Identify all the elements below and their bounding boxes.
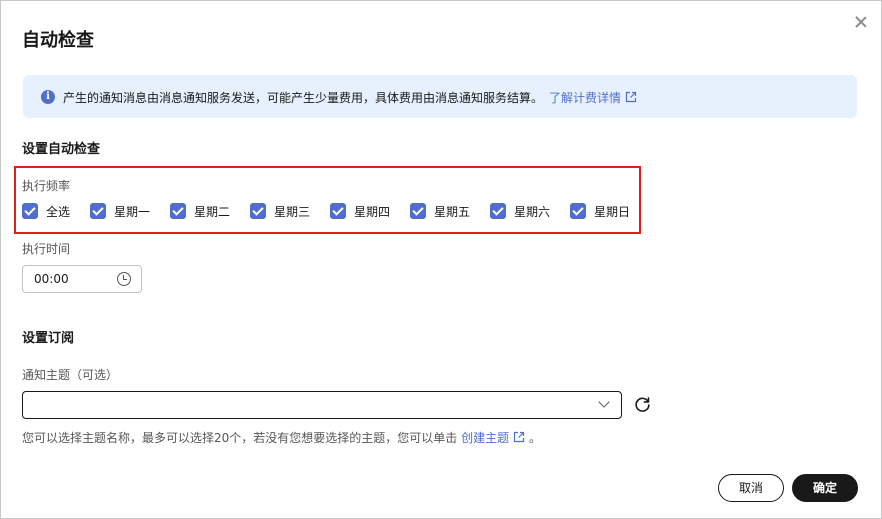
topic-label: 通知主题（可选） <box>22 368 119 382</box>
info-icon: i <box>41 90 55 104</box>
external-link-icon <box>625 91 637 103</box>
confirm-button[interactable]: 确定 <box>792 474 858 502</box>
checkbox-label: 星期三 <box>274 204 311 219</box>
checkbox-label: 全选 <box>46 204 71 219</box>
checkbox-select-all[interactable]: 全选 <box>22 202 70 220</box>
time-label: 执行时间 <box>22 242 71 256</box>
clock-icon <box>117 272 131 286</box>
pricing-details-link[interactable]: 了解计费详情 <box>549 91 637 105</box>
dialog-title: 自动检查 <box>22 30 94 51</box>
auto-check-dialog: 自动检查 i 产生的通知消息由消息通知服务发送，可能产生少量费用，具体费用由消息… <box>0 0 882 519</box>
banner-text: 产生的通知消息由消息通知服务发送，可能产生少量费用，具体费用由消息通知服务结算。 <box>63 91 544 105</box>
close-icon[interactable] <box>852 13 870 31</box>
chevron-down-icon <box>598 396 610 408</box>
topic-select[interactable] <box>22 391 622 419</box>
checkbox-friday[interactable]: 星期五 <box>410 202 470 220</box>
create-topic-link[interactable]: 创建主题 <box>461 431 525 445</box>
info-banner: i 产生的通知消息由消息通知服务发送，可能产生少量费用，具体费用由消息通知服务结… <box>23 75 857 118</box>
checkbox-label: 星期一 <box>114 204 151 219</box>
checkbox-label: 星期四 <box>354 204 391 219</box>
time-value: 00:00 <box>34 272 69 286</box>
subscription-section-title: 设置订阅 <box>22 331 75 346</box>
checkbox-checked-icon <box>90 203 106 219</box>
checkbox-label: 星期六 <box>514 204 551 219</box>
refresh-icon[interactable] <box>634 396 651 413</box>
cancel-button[interactable]: 取消 <box>718 474 784 502</box>
checkbox-checked-icon <box>570 203 586 219</box>
checkbox-monday[interactable]: 星期一 <box>90 202 150 220</box>
checkbox-checked-icon <box>250 203 266 219</box>
time-picker-input[interactable]: 00:00 <box>22 265 142 293</box>
checkbox-label: 星期五 <box>434 204 471 219</box>
checkbox-checked-icon <box>490 203 506 219</box>
checkbox-wednesday[interactable]: 星期三 <box>250 202 310 220</box>
checkbox-saturday[interactable]: 星期六 <box>490 202 550 220</box>
banner-text-line: 产生的通知消息由消息通知服务发送，可能产生少量费用，具体费用由消息通知服务结算。… <box>63 89 637 106</box>
checkbox-checked-icon <box>22 203 38 219</box>
checkbox-tuesday[interactable]: 星期二 <box>170 202 230 220</box>
auto-check-section-title: 设置自动检查 <box>22 142 101 157</box>
external-link-icon <box>514 431 525 443</box>
checkbox-label: 星期日 <box>594 204 631 219</box>
checkbox-checked-icon <box>170 203 186 219</box>
checkbox-thursday[interactable]: 星期四 <box>330 202 390 220</box>
checkbox-label: 星期二 <box>194 204 231 219</box>
frequency-highlight-box <box>14 166 641 234</box>
checkbox-checked-icon <box>330 203 346 219</box>
checkbox-checked-icon <box>410 203 426 219</box>
checkbox-sunday[interactable]: 星期日 <box>570 202 630 220</box>
frequency-label: 执行频率 <box>22 179 71 193</box>
topic-helper-text: 您可以选择主题名称，最多可以选择20个，若没有您想要选择的主题，您可以单击 创建… <box>22 431 541 445</box>
